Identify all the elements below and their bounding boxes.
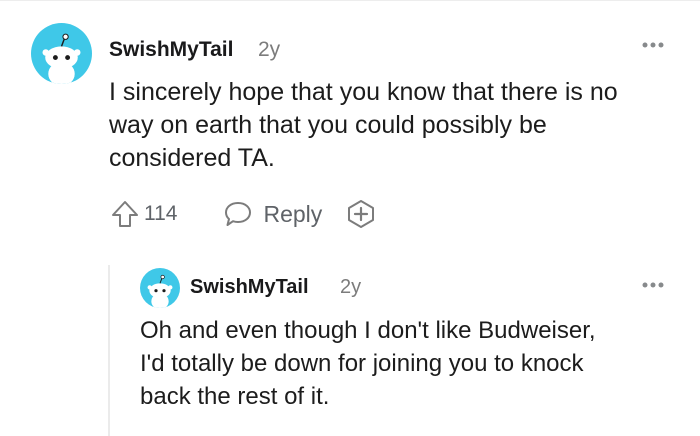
- award-button[interactable]: [346, 199, 376, 229]
- comment-body-line: way on earth that you could possibly be: [109, 111, 547, 139]
- snoo-avatar-icon: [42, 33, 81, 84]
- more-options-icon: [642, 42, 664, 48]
- comment-body-line: considered TA.: [109, 144, 275, 172]
- thread-line[interactable]: [108, 265, 110, 436]
- more-options-button[interactable]: [641, 281, 665, 289]
- upvote-arrow-icon: [112, 201, 138, 227]
- top-divider: [0, 0, 700, 1]
- comment-body-line: back the rest of it.: [140, 383, 330, 410]
- vote-count: 114: [144, 202, 178, 225]
- more-options-icon: [642, 282, 664, 288]
- comment-body-line: I sincerely hope that you know that ther…: [109, 78, 618, 106]
- user-avatar[interactable]: [140, 268, 180, 308]
- user-avatar[interactable]: [31, 23, 92, 84]
- add-award-icon: [348, 200, 375, 228]
- reply-button[interactable]: Reply: [223, 200, 322, 228]
- more-options-button[interactable]: [641, 41, 665, 49]
- comment-actions: 114 Reply: [110, 199, 376, 229]
- comment-author[interactable]: SwishMyTail: [109, 38, 233, 62]
- comment-body: Oh and even though I don't like Budweise…: [140, 314, 596, 413]
- comment-age: 2y: [258, 38, 281, 61]
- snoo-avatar-icon: [147, 274, 173, 308]
- comment-author[interactable]: SwishMyTail: [190, 276, 309, 299]
- comment-body-line: Oh and even though I don't like Budweise…: [140, 317, 596, 344]
- comment-bubble-icon: [225, 202, 252, 226]
- comment-body-line: I'd totally be down for joining you to k…: [140, 350, 584, 377]
- upvote-button[interactable]: 114: [110, 199, 177, 229]
- comment-age: 2y: [340, 276, 362, 298]
- reply-label: Reply: [263, 200, 323, 227]
- comment-body: I sincerely hope that you know that ther…: [109, 76, 618, 175]
